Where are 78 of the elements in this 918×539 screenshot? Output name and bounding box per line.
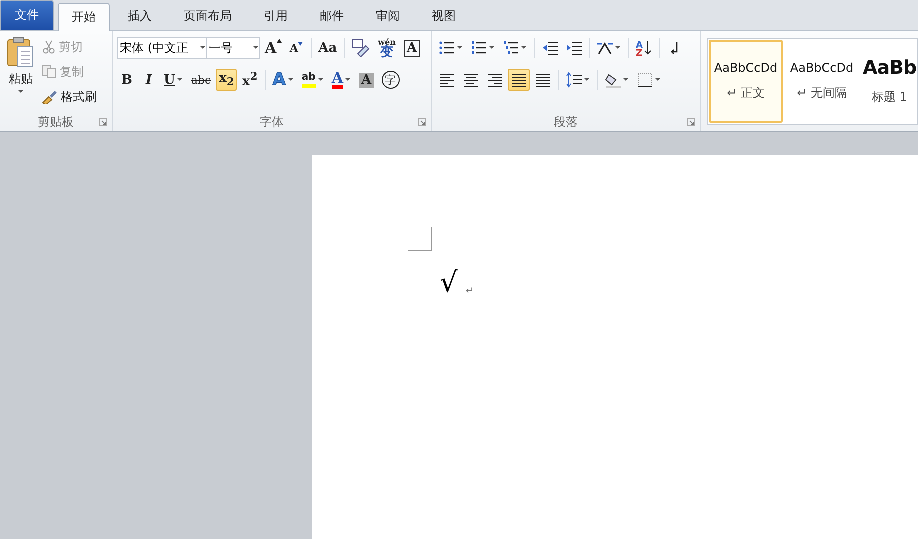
shrink-font-icon: A (290, 42, 304, 54)
dialog-launcher-icon[interactable] (99, 118, 107, 126)
change-case-icon: Aa (318, 40, 338, 56)
caret-icon (177, 78, 184, 82)
caret-icon (615, 46, 621, 50)
caret-icon (623, 78, 629, 82)
caret-icon (345, 78, 352, 82)
ribbon-tab[interactable]: 插入 (114, 2, 166, 30)
italic-icon: I (146, 72, 152, 88)
down-triangle-icon (298, 42, 304, 46)
dialog-launcher-icon[interactable] (687, 118, 695, 126)
center-align-icon (463, 72, 479, 88)
border-grid-icon (637, 72, 653, 88)
distribute-align-icon (535, 72, 551, 88)
ribbon-tab[interactable]: 页面布局 (170, 2, 246, 30)
caret-icon (200, 46, 206, 50)
paint-bucket-icon (605, 72, 621, 88)
numbered-list-icon (471, 40, 487, 56)
toolbar-button[interactable] (508, 69, 530, 91)
caret-icon (288, 78, 294, 82)
caret-icon (318, 78, 324, 82)
caret-icon (584, 78, 590, 82)
caret-icon (489, 46, 495, 50)
style-item[interactable]: AaBbCcDd ↵ 正文 (709, 40, 783, 123)
clipboard-icon (7, 37, 35, 69)
font-name-field[interactable]: 宋体 (中文正 (117, 37, 207, 59)
line-spacing-icon (566, 72, 582, 88)
toolbar-button[interactable]: abc (188, 69, 214, 91)
toolbar-button[interactable]: ab (298, 69, 327, 91)
ribbon-tab[interactable]: 引用 (250, 2, 302, 30)
paintbrush-icon (42, 90, 58, 104)
text-effect-icon: A (272, 70, 286, 90)
toolbar-button[interactable]: Aa (316, 37, 340, 59)
character-shading-icon: A (359, 72, 374, 88)
ribbon-tab[interactable]: 视图 (418, 2, 470, 30)
toolbar-button[interactable]: U (161, 69, 186, 91)
left-align-icon (439, 72, 455, 88)
bold-icon: B (122, 72, 132, 88)
asian-layout-icon (597, 40, 613, 56)
file-tab[interactable]: 文件 (0, 0, 54, 30)
ribbon-tab[interactable]: 开始 (58, 3, 110, 31)
margin-corner-mark (408, 227, 432, 251)
scissors-icon (42, 40, 56, 54)
toolbar-button[interactable]: B (117, 69, 137, 91)
check-mark-character: √ (440, 269, 458, 297)
increase-indent-icon (566, 40, 582, 56)
caret-icon (253, 46, 259, 50)
bullet-list-icon (439, 40, 455, 56)
toolbar-button[interactable]: I (139, 69, 159, 91)
toolbar-button[interactable]: A (270, 69, 297, 91)
ribbon-tab[interactable]: 审阅 (362, 2, 414, 30)
copy-icon (42, 65, 57, 79)
underline-icon: U (164, 72, 176, 88)
group-label: 剪贴板 (38, 114, 74, 130)
caret-icon (521, 46, 527, 50)
caret-icon (18, 90, 24, 94)
paragraph-mark: ↵ (466, 287, 474, 297)
style-item[interactable]: AaBbCcDd ↵ 无间隔 (785, 40, 859, 123)
toolbar-button[interactable]: A (328, 69, 354, 91)
caret-icon (457, 46, 463, 50)
up-triangle-icon (276, 39, 282, 43)
multilevel-list-icon (503, 40, 519, 56)
dialog-launcher-icon[interactable] (418, 118, 426, 126)
justify-align-icon (511, 72, 527, 88)
eraser-icon (352, 39, 370, 57)
caret-icon (655, 78, 661, 82)
toolbar-button[interactable]: A (356, 69, 377, 91)
strike-icon: abc (191, 74, 212, 86)
toolbar-button[interactable]: A (286, 37, 307, 59)
style-item[interactable]: AaBb 标题 1 (861, 40, 917, 123)
right-align-icon (487, 72, 503, 88)
paste-button[interactable]: 粘贴 (4, 35, 38, 113)
group-label: 字体 (260, 114, 284, 130)
decrease-indent-icon (542, 40, 558, 56)
font-size-field[interactable]: 一号 (206, 37, 260, 59)
ribbon-tab[interactable]: 邮件 (306, 2, 358, 30)
group-label: 段落 (554, 114, 578, 130)
painter-button[interactable]: 格式刷 (42, 85, 97, 109)
